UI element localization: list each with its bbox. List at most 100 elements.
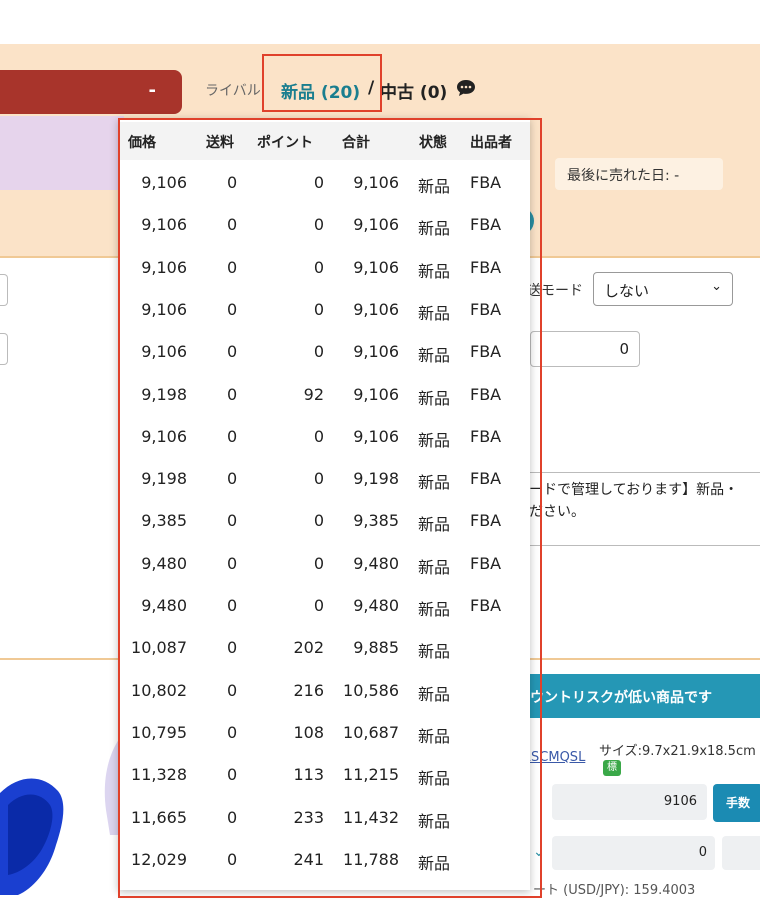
points-cell: 0 [313, 173, 324, 192]
total-cell: 9,885 [353, 638, 399, 658]
seller-cell: FBA [470, 257, 502, 277]
points-cell: 0 [313, 342, 324, 362]
top-whitespace [0, 0, 760, 44]
last-sold-date: 最後に売れた日: - [555, 158, 723, 190]
condition-cell: 新品 [418, 811, 451, 831]
table-row: 10,087 0 202 9,885 新品 [118, 626, 530, 668]
points-cell: 0 [313, 511, 324, 531]
table-row: 12,029 0 241 11,788 新品 [118, 838, 530, 880]
shipping-cell: 0 [227, 299, 238, 319]
size-info: サイズ:9.7x21.9x18.5cm [599, 740, 756, 759]
table-row: 11,665 0 233 11,432 新品 [118, 796, 530, 838]
price-cell: 9,106 [141, 299, 187, 319]
seller-cell: FBA [470, 215, 502, 235]
chevron-down-icon: ⌄ [711, 279, 722, 294]
column-header-points: ポイント [257, 135, 313, 151]
table-row: 9,198 0 92 9,106 新品 FBA [118, 373, 530, 415]
price-cell: 9,106 [141, 173, 187, 192]
condition-cell: 新品 [418, 515, 451, 535]
price-cell: 9,385 [141, 511, 187, 531]
price-cell: 10,795 [131, 722, 187, 742]
shipping-cell: 0 [227, 849, 238, 869]
condition-cell: 新品 [418, 473, 451, 493]
price-cell: 9,106 [141, 342, 187, 362]
shipping-cell: 0 [227, 596, 238, 615]
condition-cell: 新品 [418, 684, 451, 704]
tab-dash-label: - [148, 80, 156, 101]
points-cell: 202 [293, 638, 324, 658]
info-panel [0, 116, 124, 190]
table-header: 価格 送料 ポイント 合計 状態 出品者 [118, 122, 530, 160]
notes-line: ードで管理しております】新品・ [529, 482, 739, 498]
column-header-seller: 出品者 [470, 135, 512, 151]
rival-label: ライバル [205, 83, 261, 99]
points-cell: 0 [313, 426, 324, 446]
shipping-cell: 0 [227, 173, 238, 192]
shipping-cell: 0 [227, 722, 238, 742]
fee-button[interactable]: 手数 [713, 784, 760, 822]
condition-cell: 新品 [418, 557, 451, 577]
price-input[interactable]: 9106 [552, 784, 707, 820]
condition-cell: 新品 [418, 388, 451, 408]
asin-link[interactable]: RSCMQSL [522, 750, 585, 765]
left-select-edge[interactable] [0, 333, 8, 365]
total-cell: 9,480 [353, 553, 399, 573]
seller-cell: FBA [470, 299, 502, 319]
rival-used-link[interactable]: 中古 (0) [380, 78, 447, 103]
shipping-cell: 0 [227, 342, 238, 362]
table-row: 10,795 0 108 10,687 新品 [118, 711, 530, 753]
size-label: サイズ: [599, 744, 642, 759]
points-cell: 113 [293, 765, 324, 785]
mode-select-value: しない [604, 282, 650, 300]
price-cell: 9,480 [141, 596, 187, 615]
notes-line: ださい。 [529, 504, 585, 520]
total-cell: 11,215 [343, 765, 399, 785]
seller-cell: FBA [470, 426, 502, 446]
points-cell: 233 [293, 807, 324, 827]
points-cell: 216 [293, 680, 324, 700]
table-row: 9,106 0 0 9,106 新品 FBA [118, 203, 530, 245]
table-row: 9,106 0 0 9,106 新品 FBA [118, 246, 530, 288]
column-header-shipping: 送料 [206, 135, 234, 151]
seller-cell: FBA [470, 596, 502, 615]
seller-cell: FBA [470, 469, 502, 489]
table-row: 9,385 0 0 9,385 新品 FBA [118, 499, 530, 541]
price-cell: 9,106 [141, 426, 187, 446]
chevron-down-icon[interactable]: ⌄ [533, 844, 545, 860]
rival-highlight-box [262, 54, 382, 112]
extra-input[interactable] [722, 836, 760, 870]
cost-input[interactable]: 0 [552, 836, 715, 870]
total-cell: 9,106 [353, 384, 399, 404]
shipping-cell: 0 [227, 765, 238, 785]
total-cell: 9,106 [353, 215, 399, 235]
points-cell: 241 [293, 849, 324, 869]
quantity-input[interactable]: 0 [530, 331, 640, 367]
shipping-cell: 0 [227, 384, 238, 404]
price-cell: 10,087 [131, 638, 187, 658]
points-cell: 92 [303, 384, 324, 404]
product-image [0, 778, 64, 895]
notes-textarea[interactable]: ードで管理しております】新品・ ださい。 [520, 472, 760, 546]
table-row: 9,198 0 0 9,198 新品 FBA [118, 457, 530, 499]
table-row: 9,106 0 0 9,106 新品 FBA [118, 415, 530, 457]
exchange-rate: ート (USD/JPY): 159.4003 [533, 883, 696, 898]
total-cell: 9,480 [353, 596, 399, 615]
speech-bubble-icon[interactable] [456, 79, 476, 97]
seller-cell: FBA [470, 173, 502, 192]
shipping-cell: 0 [227, 257, 238, 277]
product-tab[interactable]: - [0, 70, 182, 114]
total-cell: 9,106 [353, 299, 399, 319]
price-cell: 9,106 [141, 257, 187, 277]
shipping-cell: 0 [227, 680, 238, 700]
mode-select[interactable]: しない ⌄ [593, 272, 733, 306]
shipping-cell: 0 [227, 469, 238, 489]
column-header-price: 価格 [128, 135, 156, 151]
table-row: 9,106 0 0 9,106 新品 FBA [118, 288, 530, 330]
condition-cell: 新品 [418, 303, 451, 323]
total-cell: 9,106 [353, 426, 399, 446]
condition-cell: 新品 [418, 769, 451, 789]
shipping-cell: 0 [227, 638, 238, 658]
left-input-edge[interactable] [0, 274, 8, 306]
shipping-cell: 0 [227, 215, 238, 235]
points-cell: 0 [313, 553, 324, 573]
